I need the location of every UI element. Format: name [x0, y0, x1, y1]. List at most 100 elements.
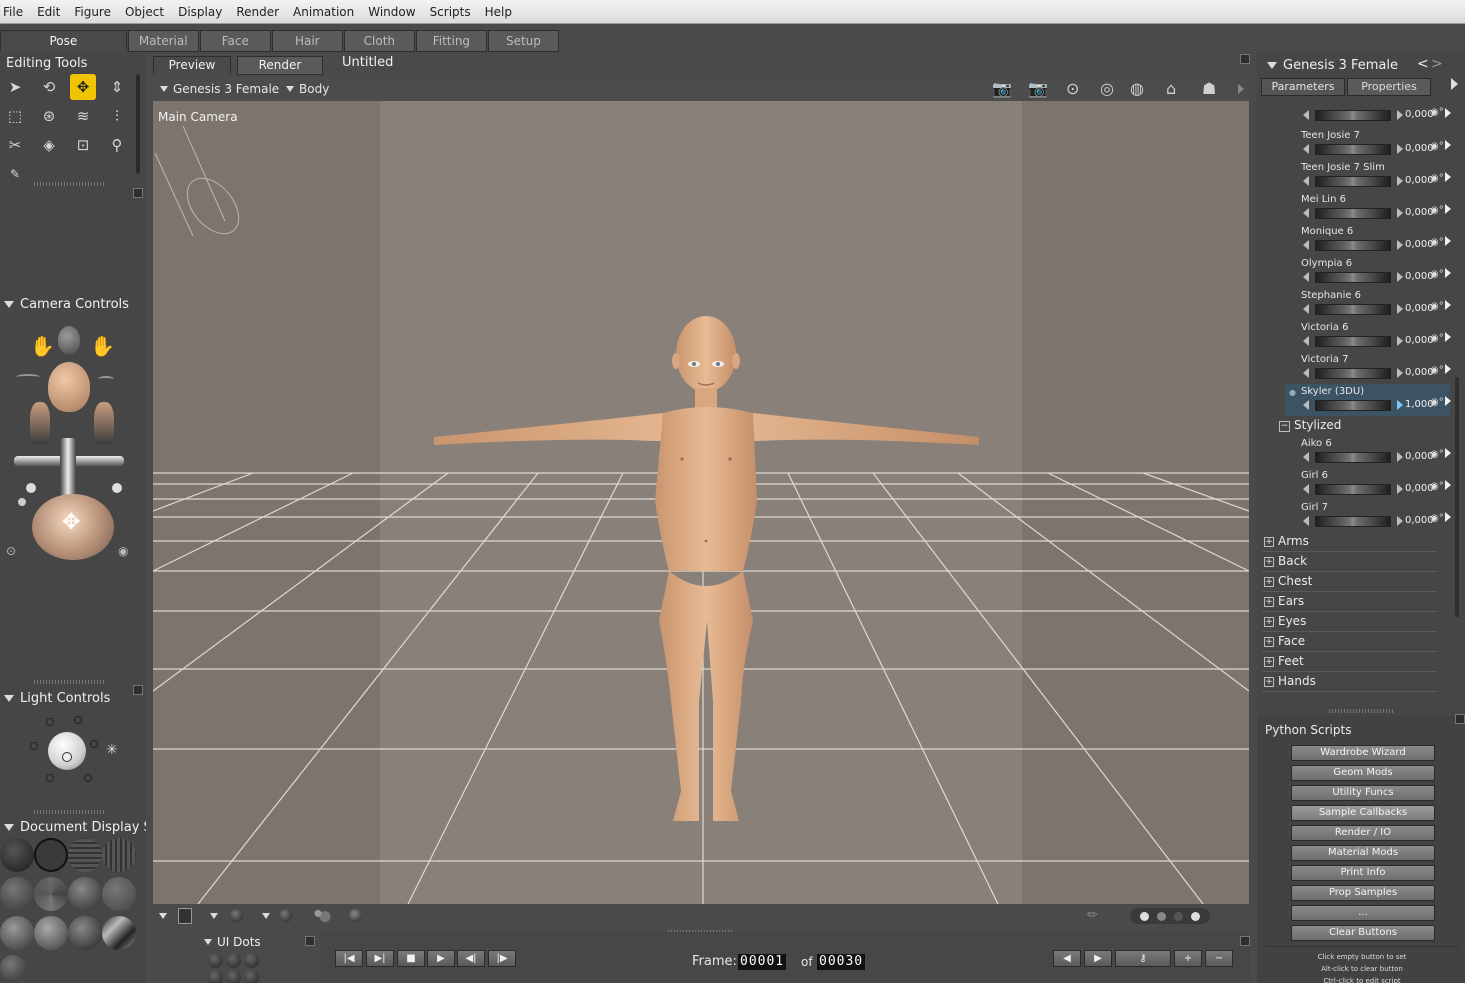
hand-right-icon[interactable]: ✋ [90, 334, 115, 358]
dial-menu-arrow[interactable] [1445, 204, 1451, 214]
menu-animation[interactable]: Animation [286, 5, 361, 19]
collapse-icon[interactable] [4, 824, 14, 831]
panel-grip[interactable] [34, 810, 104, 814]
sphere-icon[interactable]: ◍ [1130, 79, 1144, 98]
expand-icon[interactable]: + [1264, 557, 1274, 567]
next-keyframe-button[interactable]: ▶ [1084, 950, 1112, 967]
dial-slider[interactable] [1315, 400, 1391, 411]
dial-menu-arrow[interactable] [1445, 512, 1451, 522]
dial-options-icon[interactable]: ◉° [1430, 333, 1444, 344]
move-y-control[interactable] [60, 438, 76, 498]
flat-lined-style-icon[interactable] [68, 877, 102, 911]
increase-arrow[interactable] [1397, 272, 1403, 282]
expand-icon[interactable]: + [1264, 677, 1274, 687]
sun-icon[interactable]: ✳ [106, 742, 118, 758]
dial-slider[interactable] [1315, 484, 1391, 495]
dial-menu-arrow[interactable] [1445, 396, 1451, 406]
smooth-shaded-style-icon[interactable] [0, 916, 34, 950]
dial-slider[interactable] [1315, 516, 1391, 527]
script-button-utility-funcs[interactable]: Utility Funcs [1291, 785, 1435, 801]
paint-icon[interactable]: ◈ [36, 132, 62, 158]
category-arms[interactable]: + Arms [1262, 532, 1437, 552]
view-magnify-icon[interactable]: ⊡ [70, 132, 96, 158]
translate-icon[interactable]: ✥ [70, 74, 96, 100]
ui-dot[interactable] [208, 970, 223, 983]
figure-selector[interactable]: Genesis 3 Female [160, 82, 279, 96]
more-arrow-icon[interactable] [1238, 84, 1244, 94]
script-button-print-info[interactable]: Print Info [1291, 865, 1435, 881]
multi-style-icon[interactable] [312, 907, 332, 923]
viewport-3d[interactable]: Main Camera [153, 101, 1249, 904]
tab-face[interactable]: Face [199, 30, 271, 52]
viewport-menu-button[interactable] [1240, 54, 1250, 64]
light-handle[interactable] [62, 752, 72, 762]
tab-render[interactable]: Render [237, 56, 323, 75]
script-button-material-mods[interactable]: Material Mods [1291, 845, 1435, 861]
dial-menu-arrow[interactable] [1445, 172, 1451, 182]
light-dot[interactable] [46, 774, 54, 782]
pan-left-icon[interactable] [16, 374, 40, 380]
ui-dot[interactable] [244, 970, 259, 983]
menu-render[interactable]: Render [229, 5, 286, 19]
dial-options-icon[interactable]: ◉° [1430, 513, 1444, 524]
expand-icon[interactable]: + [1264, 597, 1274, 607]
dropdown-icon[interactable] [262, 913, 270, 919]
layout-dot[interactable] [1157, 911, 1166, 921]
category-eyes[interactable]: + Eyes [1262, 612, 1437, 632]
dial-menu-arrow[interactable] [1445, 140, 1451, 150]
current-frame-field[interactable]: 00001 [738, 954, 787, 970]
group-stylized[interactable]: − Stylized [1279, 418, 1451, 436]
dial-menu-arrow[interactable] [1445, 268, 1451, 278]
stop-button[interactable]: ■ [397, 950, 425, 967]
dial-menu-arrow[interactable] [1445, 448, 1451, 458]
menu-figure[interactable]: Figure [67, 5, 118, 19]
dial-slider[interactable] [1315, 144, 1391, 155]
increase-arrow[interactable] [1397, 208, 1403, 218]
decrease-arrow[interactable] [1303, 304, 1309, 314]
parameters-scrollbar[interactable] [1455, 377, 1459, 617]
expand-icon[interactable]: + [1264, 617, 1274, 627]
wireframe-style-icon[interactable] [68, 838, 102, 872]
expand-icon[interactable]: + [1264, 637, 1274, 647]
dial-options-icon[interactable]: ◉° [1430, 397, 1444, 408]
panel-grip[interactable] [34, 182, 104, 186]
increase-arrow[interactable] [1397, 516, 1403, 526]
go-to-start-button[interactable]: |◀ [335, 950, 363, 967]
decrease-arrow[interactable] [1303, 336, 1309, 346]
category-hands[interactable]: + Hands [1262, 672, 1437, 692]
increase-arrow[interactable] [1397, 336, 1403, 346]
decrease-arrow[interactable] [1303, 110, 1309, 120]
menu-help[interactable]: Help [478, 5, 519, 19]
decrease-arrow[interactable] [1303, 240, 1309, 250]
smooth-lined-style-icon[interactable] [68, 916, 102, 950]
taper-icon[interactable]: ⬚ [2, 103, 28, 129]
dial-slider[interactable] [1315, 176, 1391, 187]
scale-vertical-icon[interactable]: ⇕ [104, 74, 130, 100]
decrease-arrow[interactable] [1303, 272, 1309, 282]
menu-file[interactable]: File [0, 5, 30, 19]
decrease-arrow[interactable] [1303, 368, 1309, 378]
increase-arrow[interactable] [1397, 400, 1403, 410]
dropdown-icon[interactable] [210, 913, 218, 919]
texture-shaded-style-icon[interactable] [34, 916, 68, 950]
element-style-icon[interactable] [279, 909, 292, 922]
menu-scripts[interactable]: Scripts [423, 5, 478, 19]
eyedropper-icon[interactable]: ✎ [2, 161, 28, 187]
panel-menu-button[interactable] [133, 188, 143, 198]
right-hand-camera-icon[interactable] [94, 402, 114, 444]
twist-icon[interactable]: ⊛ [36, 103, 62, 129]
tab-cloth[interactable]: Cloth [343, 30, 415, 52]
parameter-row-selected[interactable]: ● Skyler (3DU) 1,000 ◉° [1285, 384, 1451, 416]
dial-menu-arrow[interactable] [1445, 480, 1451, 490]
decrease-arrow[interactable] [1303, 144, 1309, 154]
decrease-arrow[interactable] [1303, 400, 1309, 410]
movie-camera-icon[interactable]: ☗ [1202, 79, 1216, 98]
step-forward-button[interactable]: |▶ [488, 950, 516, 967]
scale-dot-left[interactable] [26, 483, 36, 493]
play-button[interactable]: ▶ [427, 950, 455, 967]
increase-arrow[interactable] [1397, 176, 1403, 186]
tab-hair[interactable]: Hair [271, 30, 343, 52]
dial-slider[interactable] [1315, 272, 1391, 283]
dial-menu-arrow[interactable] [1445, 332, 1451, 342]
collapse-icon[interactable] [1267, 62, 1277, 69]
